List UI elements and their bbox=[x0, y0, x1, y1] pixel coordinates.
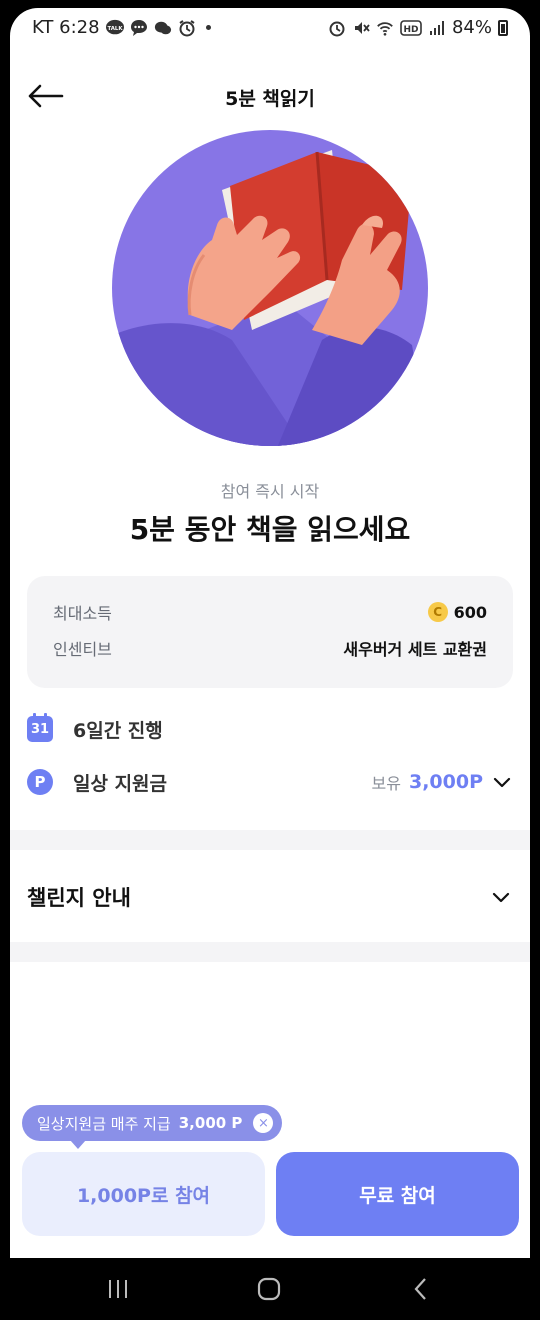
app-header: 5분 책읽기 bbox=[10, 66, 530, 126]
app-screen: KT 6:28 TALK HD 84% 5분 책읽기 참여 즉시 시작 5분 동… bbox=[10, 8, 530, 1258]
recent-apps-icon bbox=[109, 1280, 127, 1298]
holding-label: 보유 bbox=[371, 774, 401, 793]
system-nav-bar bbox=[0, 1258, 540, 1320]
section-divider bbox=[10, 830, 530, 850]
recent-apps-button[interactable] bbox=[103, 1274, 133, 1304]
close-icon[interactable]: × bbox=[253, 1113, 274, 1133]
free-join-button[interactable]: 무료 참여 bbox=[276, 1152, 519, 1236]
max-earning-label: 최대소득 bbox=[53, 604, 112, 623]
support-fund-label: 일상 지원금 bbox=[73, 772, 168, 795]
talk-label: TALK bbox=[107, 25, 123, 31]
support-fund-row: P 일상 지원금 보유 3,000P bbox=[27, 764, 513, 800]
points-dropdown[interactable]: 보유 3,000P bbox=[372, 770, 513, 794]
carrier-time: KT 6:28 bbox=[32, 17, 100, 38]
challenge-guide-title: 챌린지 안내 bbox=[27, 886, 131, 910]
status-bar: KT 6:28 TALK HD 84% bbox=[10, 8, 530, 50]
hero-illustration bbox=[112, 130, 428, 446]
max-earning-value: 600 bbox=[453, 602, 487, 622]
coin-icon: C bbox=[427, 602, 448, 622]
battery-icon bbox=[498, 19, 508, 36]
point-icon: P bbox=[27, 769, 53, 795]
incentive-label: 인센티브 bbox=[53, 640, 112, 659]
challenge-subtitle: 참여 즉시 시작 bbox=[220, 482, 320, 501]
reward-info-card: 최대소득 C 600 인센티브 새우버거 세트 교환권 bbox=[27, 576, 513, 688]
max-earning-value-wrap: C 600 bbox=[427, 602, 487, 622]
incentive-row: 인센티브 새우버거 세트 교환권 bbox=[53, 634, 487, 662]
section-divider bbox=[10, 942, 530, 962]
challenge-guide-toggle[interactable]: 챌린지 안내 bbox=[10, 852, 530, 940]
more-notifications-dot bbox=[205, 25, 211, 30]
mute-icon bbox=[352, 19, 370, 37]
hd-voice-icon: HD bbox=[400, 19, 422, 37]
calendar-icon: 31 bbox=[27, 713, 53, 742]
home-icon bbox=[257, 1277, 281, 1301]
duration-row: 31 6일간 진행 bbox=[27, 711, 513, 747]
hd-label: HD bbox=[403, 25, 418, 35]
challenge-title: 5분 동안 책을 읽으세요 bbox=[129, 513, 411, 546]
duration-text: 6일간 진행 bbox=[73, 719, 163, 742]
status-bar-left: KT 6:28 TALK bbox=[32, 17, 211, 38]
page-title: 5분 책읽기 bbox=[225, 88, 315, 110]
chevron-left-icon bbox=[414, 1278, 426, 1300]
wifi-icon bbox=[376, 19, 394, 37]
home-button[interactable] bbox=[254, 1274, 284, 1304]
tooltip-text: 일상지원금 매주 지급 bbox=[37, 1114, 171, 1133]
incentive-value: 새우버거 세트 교환권 bbox=[343, 640, 487, 659]
tooltip-amount: 3,000 P bbox=[178, 1114, 243, 1132]
holding-value: 3,000P bbox=[408, 771, 483, 793]
support-fund-tooltip: 일상지원금 매주 지급 3,000 P × bbox=[22, 1105, 283, 1149]
battery-percent: 84% bbox=[451, 17, 492, 38]
device-frame: KT 6:28 TALK HD 84% 5분 책읽기 참여 즉시 시작 5분 동… bbox=[0, 0, 540, 1320]
join-with-points-button[interactable]: 1,000P로 참여 bbox=[22, 1152, 265, 1236]
signal-icon bbox=[428, 19, 446, 37]
message-icon bbox=[130, 19, 148, 37]
hands-holding-book-illustration bbox=[112, 150, 428, 446]
alarm-icon bbox=[178, 19, 196, 37]
status-bar-right: HD 84% bbox=[328, 17, 508, 38]
chat-bubbles-icon bbox=[154, 19, 172, 37]
back-nav-button[interactable] bbox=[406, 1274, 436, 1304]
max-earning-row: 최대소득 C 600 bbox=[53, 598, 487, 626]
kakaotalk-icon: TALK bbox=[105, 19, 124, 37]
chevron-down-icon bbox=[492, 892, 510, 903]
alarm-icon bbox=[328, 19, 346, 37]
chevron-down-icon bbox=[493, 777, 511, 788]
